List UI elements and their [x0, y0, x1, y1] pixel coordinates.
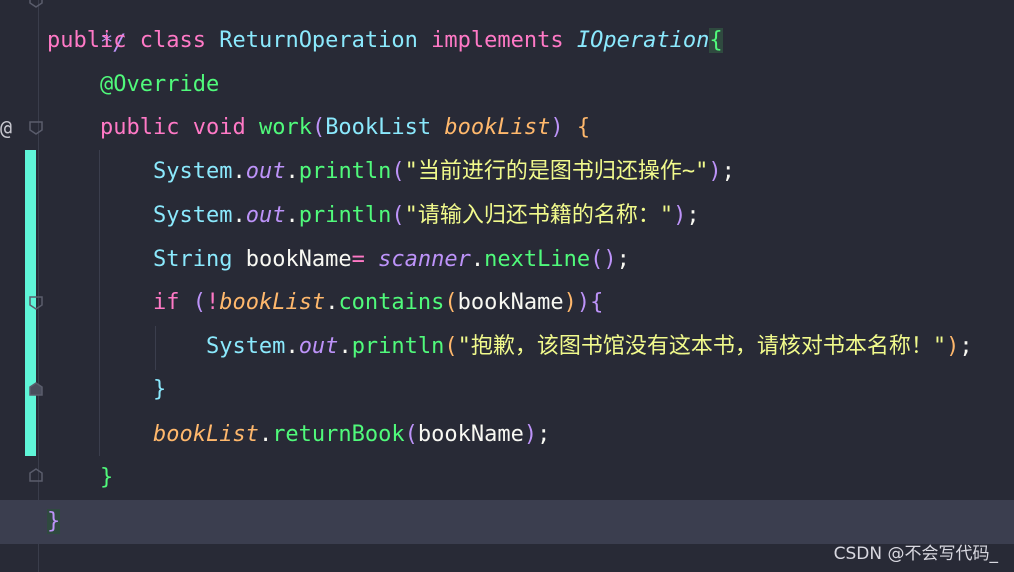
editor-gutter: @ [0, 0, 46, 572]
paren: ( [444, 290, 458, 315]
keyword: public [47, 28, 127, 53]
keyword: implements [431, 28, 564, 53]
code-line[interactable]: String bookName= scanner.nextLine(); [47, 238, 630, 282]
paren: () [590, 247, 617, 272]
fold-marker-icon[interactable] [29, 296, 43, 310]
semicolon: ; [959, 334, 973, 359]
code-line[interactable]: } [47, 368, 166, 412]
code-line[interactable]: bookList.returnBook(bookName); [47, 413, 550, 457]
type-name: String [152, 247, 233, 272]
paren: ) [946, 334, 960, 359]
dot: . [285, 203, 299, 228]
keyword: public [99, 115, 180, 140]
paren: ( [404, 422, 418, 447]
code-line[interactable]: System.out.println("当前进行的是图书归还操作~"); [47, 150, 735, 194]
paren: ) [708, 159, 722, 184]
paren: ( [311, 115, 326, 140]
dot: . [285, 159, 299, 184]
code-editor[interactable]: @ */ public class ReturnOperation implem… [0, 0, 1014, 572]
code-line[interactable]: } [47, 500, 61, 544]
fold-end-marker-icon[interactable] [29, 468, 43, 482]
dot: . [285, 334, 299, 359]
current-line-highlight [0, 500, 1014, 544]
brace: { [576, 115, 591, 140]
dot: . [338, 334, 352, 359]
fold-marker-icon[interactable] [29, 121, 43, 135]
watermark: CSDN @不会写代码_ [833, 544, 998, 564]
operator: = [351, 247, 365, 272]
keyword: class [139, 28, 206, 53]
method-call: println [351, 334, 445, 359]
parameter: bookList [219, 290, 326, 315]
string-literal: "抱歉，该图书馆没有这本书，请核对书本名称！" [457, 334, 947, 359]
variable: bookName [457, 290, 564, 315]
fold-marker-icon[interactable] [29, 0, 43, 8]
class-ref: System [205, 334, 286, 359]
brace: } [99, 465, 114, 490]
semicolon: ; [721, 159, 735, 184]
semicolon: ; [686, 203, 700, 228]
method-name: work [258, 115, 312, 140]
dot: . [232, 203, 246, 228]
method-call: println [298, 159, 392, 184]
code-line[interactable]: System.out.println("请输入归还书籍的名称："); [47, 194, 700, 238]
dot: . [232, 159, 246, 184]
dot: . [325, 290, 339, 315]
variable: bookName [417, 422, 524, 447]
static-field: scanner [378, 247, 471, 272]
gutter-divider [38, 0, 39, 572]
static-field: out [245, 203, 286, 228]
method-call: contains [338, 290, 445, 315]
parameter: bookList [444, 115, 551, 140]
paren: ( [444, 334, 458, 359]
paren: ( [391, 203, 405, 228]
class-name: ReturnOperation [219, 28, 418, 53]
fold-end-marker-icon[interactable] [29, 382, 43, 396]
variable: bookName [245, 247, 352, 272]
code-line[interactable]: System.out.println("抱歉，该图书馆没有这本书，请核对书本名称… [47, 325, 973, 369]
dot: . [258, 422, 273, 447]
operator: ! [205, 290, 220, 315]
keyword: void [192, 115, 246, 140]
code-line[interactable]: @Override [47, 63, 219, 107]
code-line[interactable]: public void work(BookList bookList) { [47, 106, 590, 150]
class-ref: System [152, 159, 233, 184]
interface-name: IOperation [576, 28, 710, 53]
type-name: BookList [325, 115, 432, 140]
brace: } [47, 509, 61, 534]
code-line[interactable]: if (!bookList.contains(bookName)){ [47, 281, 603, 325]
paren: ) [576, 290, 591, 315]
static-field: out [245, 159, 286, 184]
paren: ) [550, 115, 564, 140]
static-field: out [298, 334, 339, 359]
method-call: nextLine [484, 247, 591, 272]
paren: ) [673, 203, 687, 228]
paren: ( [391, 159, 405, 184]
class-ref: System [152, 203, 233, 228]
brace: { [709, 28, 723, 53]
dot: . [470, 247, 485, 272]
keyword: if [152, 290, 180, 315]
override-marker-icon[interactable]: @ [0, 116, 12, 140]
code-line[interactable]: } [47, 456, 113, 500]
annotation: @Override [99, 72, 220, 97]
method-call: println [298, 203, 392, 228]
brace: } [152, 377, 167, 402]
paren: ( [192, 290, 206, 315]
string-literal: "当前进行的是图书归还操作~" [404, 159, 709, 184]
brace: { [590, 290, 604, 315]
parameter: bookList [152, 422, 259, 447]
string-literal: "请输入归还书籍的名称：" [404, 203, 674, 228]
code-line[interactable]: public class ReturnOperation implements … [47, 19, 723, 63]
method-call: returnBook [272, 422, 405, 447]
paren: ) [563, 290, 577, 315]
paren: ) [523, 422, 538, 447]
semicolon: ; [537, 422, 551, 447]
semicolon: ; [616, 247, 630, 272]
